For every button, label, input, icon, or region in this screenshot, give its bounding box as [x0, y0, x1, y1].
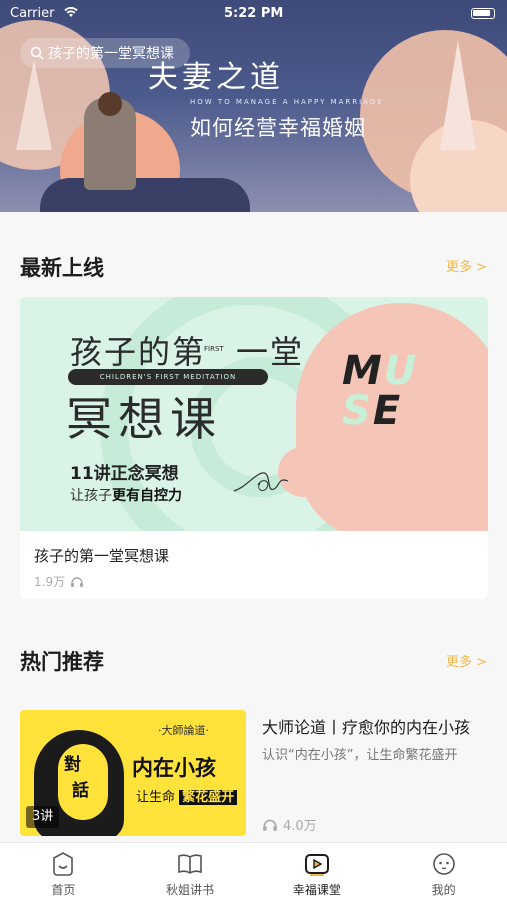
hot-item[interactable]: 對 話 ·大師論道· 内在小孩 让生命 繁花盛开 3讲 大师论道丨疗愈你的内在小… [20, 710, 488, 838]
app-screen: 夫妻之道 HOW TO MANAGE A HAPPY MARRIAGE 如何经营… [0, 0, 507, 900]
muse-letter-e: E [372, 388, 403, 434]
muse-letter-s: S [342, 388, 373, 434]
cover-title-line1a: 孩子的第 [70, 333, 207, 371]
thumb-char-2: 話 [72, 781, 89, 801]
cover-title-line2: 冥想课 [66, 392, 222, 446]
course-title: 孩子的第一堂冥想课 [34, 547, 170, 565]
hot-more-link[interactable]: 更多 > [446, 651, 487, 670]
cover-tagline-a: 让孩子 [70, 488, 112, 504]
tab-bar: 首页 秋姐讲书 幸福课堂 我的 [0, 842, 507, 900]
book-icon [178, 854, 202, 874]
cover-tagline-b: 更有自控力 [112, 488, 182, 504]
play-icon [304, 854, 329, 876]
search-bar[interactable]: 孩子的第一堂冥想课 [20, 38, 190, 68]
headphone-icon [263, 819, 277, 831]
couple-head-illustration [98, 92, 122, 116]
tab-classroom[interactable]: 幸福课堂 [254, 843, 381, 900]
face-icon [432, 853, 455, 875]
home-icon [53, 852, 74, 876]
hot-item-play-count: 4.0万 [262, 815, 317, 834]
banner[interactable]: 夫妻之道 HOW TO MANAGE A HAPPY MARRIAGE 如何经营… [0, 0, 507, 212]
cover-title-line1b: 一堂 [236, 333, 305, 371]
tree-illustration [440, 40, 476, 150]
course-play-count: 1.9万 [34, 573, 84, 590]
tab-profile-label: 我的 [431, 883, 456, 897]
latest-heading: 最新上线 [20, 256, 104, 280]
status-bar: Carrier 5:22 PM [0, 0, 507, 26]
hot-item-plays-value: 4.0万 [283, 819, 317, 834]
wifi-icon [64, 7, 78, 17]
hot-item-title: 大师论道丨疗愈你的内在小孩 [262, 718, 471, 737]
hill-illustration [40, 178, 250, 212]
lesson-count-badge: 3讲 [26, 806, 60, 828]
hot-item-desc: 认识“内在小孩”，让生命繁花盛开 [262, 748, 458, 763]
play-count-value: 1.9万 [34, 575, 66, 589]
search-icon [30, 46, 44, 60]
tab-books-label: 秋姐讲书 [166, 883, 215, 897]
headphone-icon [71, 576, 84, 587]
banner-subtitle-en: HOW TO MANAGE A HAPPY MARRIAGE [190, 98, 384, 106]
tree-illustration [16, 60, 52, 150]
cover-tagline: 让孩子更有自控力 [70, 485, 182, 505]
latest-more-link[interactable]: 更多 > [446, 256, 487, 275]
tab-classroom-label: 幸福课堂 [292, 883, 341, 897]
cover-title-line1: 孩子的第 一堂 [70, 327, 304, 373]
banner-subtitle: 如何经营幸福婚姻 [190, 116, 366, 140]
carrier-label: Carrier [10, 6, 55, 21]
status-time: 5:22 PM [224, 6, 284, 21]
tab-books[interactable]: 秋姐讲书 [127, 843, 254, 900]
tab-home-label: 首页 [51, 883, 76, 897]
tab-profile[interactable]: 我的 [380, 843, 507, 900]
thumb-title: 内在小孩 [132, 756, 216, 780]
cover-first-label: FIRST [204, 345, 224, 353]
cover-lesson-count: 11讲正念冥想 [70, 464, 179, 484]
latest-course-card[interactable]: MU SE 孩子的第 一堂 FIRST CHILDREN'S FIRST MEDI… [20, 297, 488, 599]
thumb-tagline-b: 繁花盛开 [179, 790, 238, 805]
hot-heading: 热门推荐 [20, 650, 104, 674]
tab-home[interactable]: 首页 [0, 843, 127, 900]
thumb-char-1: 對 [64, 755, 81, 775]
signature-icon [233, 472, 289, 492]
course-cover: MU SE 孩子的第 一堂 FIRST CHILDREN'S FIRST MEDI… [20, 297, 488, 531]
thumb-tagline: 让生命 繁花盛开 [136, 786, 238, 805]
muse-logo: MU SE [342, 351, 452, 431]
hot-item-thumbnail: 對 話 ·大師論道· 内在小孩 让生命 繁花盛开 3讲 [20, 710, 246, 836]
battery-icon [471, 8, 495, 19]
thumb-series-label: ·大師論道· [158, 724, 209, 737]
search-placeholder: 孩子的第一堂冥想课 [48, 46, 174, 62]
thumb-tagline-a: 让生命 [136, 790, 176, 805]
